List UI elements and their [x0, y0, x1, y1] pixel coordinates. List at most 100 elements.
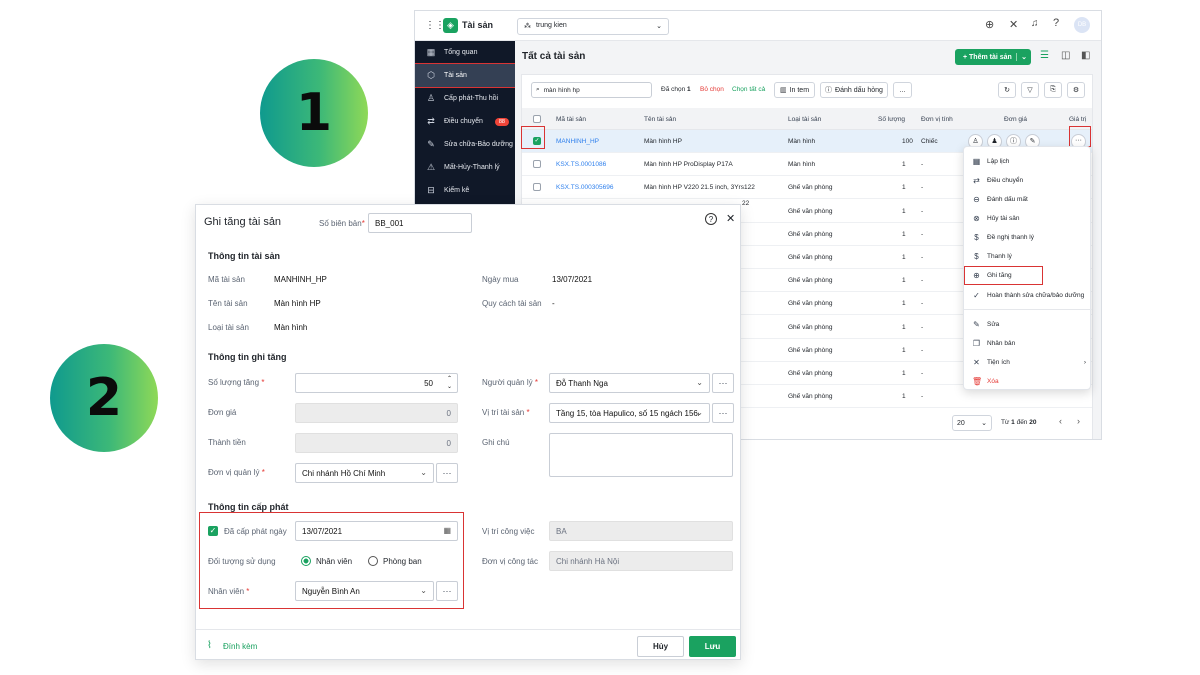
chevron-down-icon: ⌄	[656, 23, 662, 30]
location-more-button[interactable]: ···	[712, 403, 734, 423]
refresh-icon[interactable]: ↻	[998, 82, 1016, 98]
radio-department[interactable]	[368, 556, 378, 566]
minus-circle-icon: ⊖	[973, 195, 980, 204]
asset-code-cell[interactable]: KSX.TS.000305696	[556, 184, 613, 191]
list-view-icon[interactable]: ☰	[1040, 50, 1049, 61]
sidebar-item-repair[interactable]: ✎ Sửa chữa-Bảo dưỡng	[415, 133, 515, 156]
location-value: Tầng 15, tòa Hapulico, số 15 ngách 156/2…	[556, 408, 699, 418]
location-select[interactable]: Tầng 15, tòa Hapulico, số 15 ngách 156/2…	[549, 403, 710, 423]
settings-icon[interactable]: ⚙	[1067, 82, 1085, 98]
menu-item[interactable]: ✓ Hoàn thành sửa chữa/bảo dưỡng	[964, 286, 1092, 305]
sidebar-item-allocation[interactable]: ♙ Cấp phát-Thu hồi	[415, 87, 515, 110]
note-textarea[interactable]	[549, 433, 733, 477]
menu-item[interactable]: $ Đề nghị thanh lý	[964, 228, 1092, 247]
column-header[interactable]: Loại tài sản	[788, 116, 821, 123]
dept-more-button[interactable]: ···	[436, 463, 458, 483]
help-icon[interactable]: ?	[1053, 17, 1059, 29]
attach-link[interactable]: Đính kèm	[223, 642, 257, 651]
save-button[interactable]: Lưu	[689, 636, 736, 657]
apps-grid-icon[interactable]: ⋮⋮	[425, 20, 445, 31]
menu-item[interactable]: ✕ Tiện ích ›	[964, 353, 1092, 372]
split-view-icon[interactable]: ◫	[1061, 50, 1070, 61]
employee-label: Nhân viên *	[208, 587, 250, 596]
sidebar-item-transfer[interactable]: ⇄ Điều chuyển 88	[415, 110, 515, 133]
search-input[interactable]: ⌕ màn hình hp	[531, 82, 652, 98]
add-circle-icon[interactable]: ⊕	[985, 18, 994, 31]
tools-icon[interactable]: ✕	[1009, 18, 1018, 31]
panel-view-icon[interactable]: ◧	[1081, 50, 1090, 61]
radio-employee[interactable]	[301, 556, 311, 566]
employee-more-button[interactable]: ···	[436, 581, 458, 601]
select-all-checkbox[interactable]	[533, 115, 541, 123]
highlight-ghi-tang	[964, 266, 1043, 285]
range-from: 1	[1011, 419, 1015, 426]
location-label-text: Vị trí tài sản	[482, 408, 525, 417]
pencil-icon: ✎	[973, 320, 980, 329]
avatar[interactable]: DB	[1074, 17, 1090, 33]
sidebar-item-inventory[interactable]: ⊟ Kiểm kê	[415, 179, 515, 202]
column-header[interactable]: Số lượng	[878, 116, 905, 123]
help-icon[interactable]: ?	[705, 213, 717, 225]
filter-icon[interactable]: ▽	[1021, 82, 1039, 98]
sidebar-item-assets[interactable]: ⬡ Tài sản	[415, 63, 516, 88]
column-header[interactable]: Mã tài sản	[556, 116, 586, 123]
employee-select[interactable]: Nguyễn Bình An ⌄	[295, 581, 434, 601]
radio-department-label[interactable]: Phòng ban	[383, 557, 422, 566]
menu-item[interactable]: ✎ Sửa	[964, 315, 1092, 334]
qty-cell: 1	[902, 230, 906, 238]
asset-code-cell[interactable]: MANHINH_HP	[556, 138, 599, 145]
qty-stepper[interactable]: 50 ⌃ ⌄	[295, 373, 458, 393]
mark-broken-button[interactable]: ⓘ Đánh dấu hỏng	[820, 82, 888, 98]
org-selector[interactable]: ⁂ trung kien ⌄	[517, 18, 669, 35]
search-icon: ⌕	[536, 86, 540, 93]
tools-icon: ✕	[973, 358, 980, 367]
add-asset-label: + Thêm tài sản	[963, 53, 1012, 61]
sidebar-item-overview[interactable]: ▦ Tổng quan	[415, 41, 515, 64]
notification-badge: 88	[494, 117, 509, 126]
stepper-arrows-icon[interactable]: ⌃ ⌄	[447, 375, 452, 391]
manager-more-button[interactable]: ···	[712, 373, 734, 393]
doc-no-input[interactable]: BB_001	[368, 213, 472, 233]
deselect-link[interactable]: Bỏ chọn	[700, 86, 724, 93]
allocated-checkbox[interactable]: ✓	[208, 526, 218, 536]
sidebar-item-disposal[interactable]: ⚠ Mất-Hủy-Thanh lý	[415, 156, 515, 179]
menu-item[interactable]: ⇄ Điều chuyển	[964, 171, 1092, 190]
calendar-icon[interactable]: ▦	[443, 526, 451, 535]
dept-select[interactable]: Chi nhánh Hồ Chí Minh ⌄	[295, 463, 434, 483]
x-circle-icon: ⊗	[973, 214, 980, 223]
page-size-select[interactable]: 20 ⌄	[952, 415, 992, 431]
column-header[interactable]: Giá trị	[1069, 116, 1086, 123]
row-checkbox[interactable]	[533, 160, 541, 169]
more-actions-button[interactable]: ...	[893, 82, 912, 98]
purchase-date-value: 13/07/2021	[552, 275, 593, 284]
next-page-icon[interactable]: ›	[1077, 416, 1080, 426]
paperclip-icon[interactable]: ⌇	[207, 640, 212, 651]
allocated-date-input[interactable]: 13/07/2021 ▦	[295, 521, 458, 541]
menu-item[interactable]: 🗑 Xóa	[964, 372, 1092, 391]
select-all-link[interactable]: Chọn tất cả	[732, 86, 765, 93]
menu-item[interactable]: ⊗ Hủy tài sản	[964, 209, 1092, 228]
asset-type-cell: Ghế văn phòng	[788, 346, 833, 354]
asset-type-label: Loại tài sản	[208, 323, 249, 332]
row-checkbox[interactable]	[533, 183, 541, 192]
column-header[interactable]: Đơn vị tính	[921, 116, 953, 123]
asset-code-cell[interactable]: KSX.TS.0001086	[556, 161, 606, 168]
export-icon[interactable]: ⎘	[1044, 82, 1062, 98]
manager-select[interactable]: Đỗ Thanh Nga ⌄	[549, 373, 710, 393]
print-label-button[interactable]: ▥ In tem	[774, 82, 815, 98]
add-asset-button[interactable]: + Thêm tài sản ⌄	[955, 49, 1031, 65]
cancel-button[interactable]: Hủy	[637, 636, 684, 657]
chevron-down-icon[interactable]: ⌄	[1016, 53, 1027, 61]
menu-item[interactable]: ❐ Nhân bản	[964, 334, 1092, 353]
radio-employee-label[interactable]: Nhân viên	[316, 557, 352, 566]
menu-item[interactable]: ▦ Lập lịch	[964, 152, 1092, 171]
menu-item[interactable]: ⊖ Đánh dấu mất	[964, 190, 1092, 209]
column-header[interactable]: Đơn giá	[1004, 116, 1027, 123]
column-header[interactable]: Tên tài sản	[644, 116, 676, 123]
prev-page-icon[interactable]: ‹	[1059, 416, 1062, 426]
amount-label: Thành tiền	[208, 438, 246, 447]
chevron-down-icon: ⌄	[420, 468, 427, 477]
close-icon[interactable]: ✕	[726, 212, 735, 225]
bell-icon[interactable]: ♫	[1031, 18, 1039, 29]
menu-item[interactable]: $ Thanh lý	[964, 247, 1092, 266]
